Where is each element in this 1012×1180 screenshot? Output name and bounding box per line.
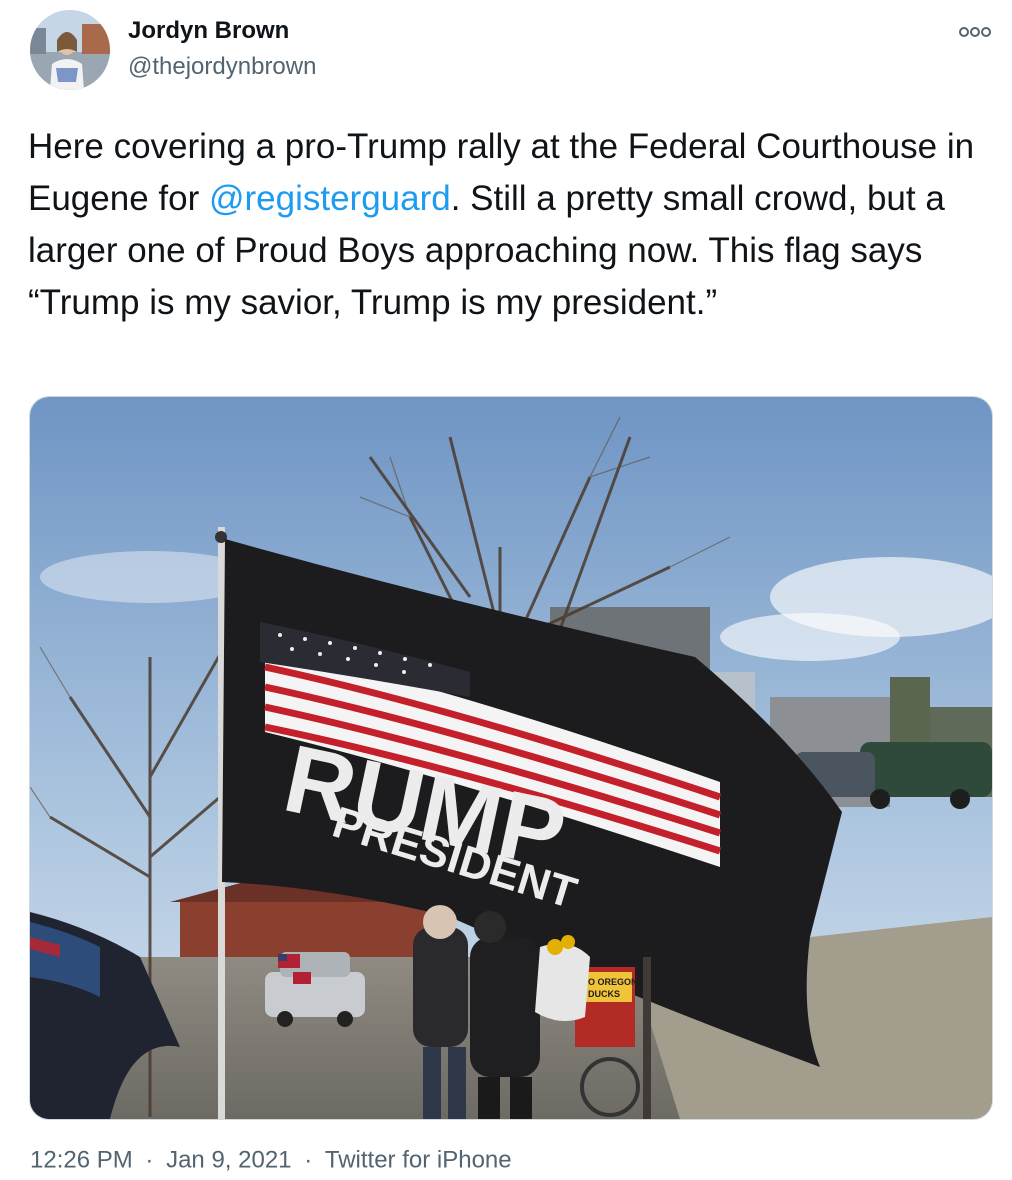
tweet-date[interactable]: Jan 9, 2021 [166, 1147, 291, 1174]
tweet-photo[interactable]: RUMP PRESIDENT GO OREGON DUCKS [29, 396, 993, 1120]
avatar[interactable] [30, 10, 110, 90]
more-dots-icon [959, 27, 991, 37]
sign-line-1: GO OREGON [581, 977, 638, 987]
tweet-text: Here covering a pro-Trump rally at the F… [28, 121, 988, 329]
avatar-photo [30, 10, 110, 90]
meta-separator: · [145, 1146, 154, 1174]
tweet-time[interactable]: 12:26 PM [30, 1147, 133, 1174]
tweet-source[interactable]: Twitter for iPhone [325, 1147, 512, 1174]
tweet-meta: 12:26 PM · Jan 9, 2021 · Twitter for iPh… [30, 1146, 512, 1175]
tweet: Jordyn Brown @thejordynbrown Here coveri… [0, 0, 1012, 1180]
photo-illustration: RUMP PRESIDENT GO OREGON DUCKS [30, 397, 992, 1119]
meta-separator: · [304, 1146, 313, 1174]
sign-line-2: DUCKS [588, 989, 620, 999]
author-name[interactable]: Jordyn Brown [128, 17, 289, 45]
more-button[interactable] [955, 20, 995, 44]
mention-link[interactable]: @registerguard [209, 179, 451, 218]
author-handle[interactable]: @thejordynbrown [128, 53, 316, 81]
